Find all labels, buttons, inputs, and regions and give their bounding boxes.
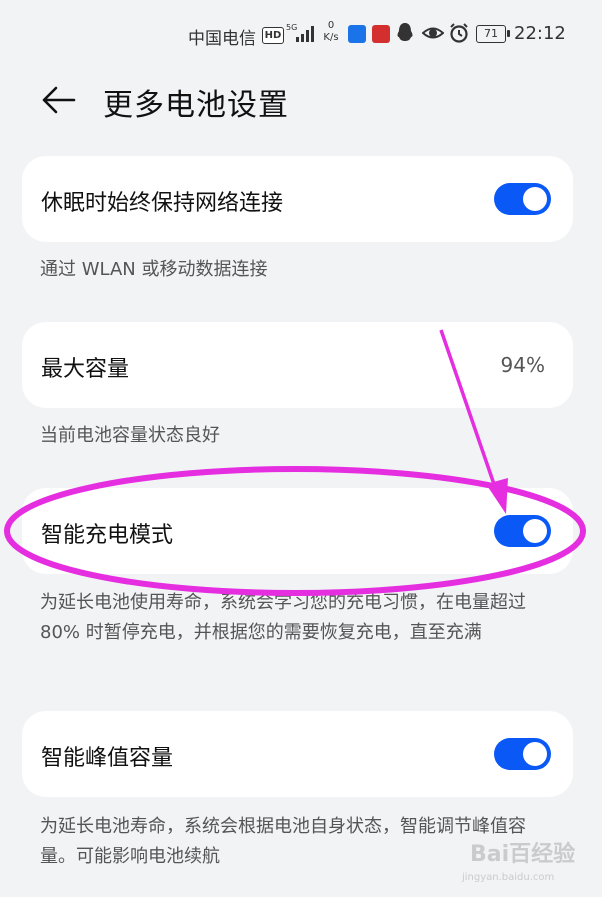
- setting-description: 当前电池容量状态良好: [40, 425, 220, 446]
- toggle-knob: [523, 187, 547, 211]
- speed-value: 0: [327, 20, 335, 31]
- arrow-left-icon[interactable]: [40, 84, 76, 116]
- app-notification-icon: [372, 25, 390, 43]
- network-sleep-toggle[interactable]: [494, 183, 551, 215]
- eye-icon: [422, 27, 444, 39]
- svg-text:5G: 5G: [286, 23, 297, 32]
- setting-card-peak-capacity[interactable]: 智能峰值容量: [22, 711, 573, 797]
- watermark-logo: Bai百经验: [470, 842, 576, 867]
- setting-card-max-capacity[interactable]: 最大容量 94%: [22, 322, 573, 408]
- peak-capacity-toggle[interactable]: [494, 738, 551, 770]
- network-speed: 0 K/s: [320, 20, 342, 44]
- hd-badge: HD: [262, 27, 284, 44]
- clock: 22:12: [514, 23, 566, 44]
- setting-label: 休眠时始终保持网络连接: [41, 191, 284, 216]
- setting-label: 智能充电模式: [41, 523, 174, 548]
- qq-icon: [397, 23, 413, 41]
- toggle-knob: [523, 519, 547, 543]
- signal-icon: 5G: [286, 23, 314, 42]
- status-bar: 中国电信 HD 5G 0 K/s 71 22:12: [0, 0, 602, 70]
- speed-unit: K/s: [323, 32, 339, 43]
- page-title: 更多电池设置: [103, 88, 289, 123]
- setting-label: 智能峰值容量: [41, 746, 174, 771]
- setting-description: 通过 WLAN 或移动数据连接: [40, 259, 268, 280]
- setting-description: 为延长电池使用寿命，系统会学习您的充电习惯，在电量超过 80% 时暂停充电，并根…: [40, 592, 526, 643]
- app-notification-icon: [348, 25, 366, 43]
- setting-label: 最大容量: [41, 357, 130, 382]
- battery-indicator: 71: [476, 25, 510, 43]
- max-capacity-value: 94%: [500, 353, 545, 377]
- setting-card-network-sleep[interactable]: 休眠时始终保持网络连接: [22, 156, 573, 242]
- alarm-icon: [450, 23, 468, 43]
- watermark-url: jingyan.baidu.com: [462, 872, 555, 883]
- carrier-name: 中国电信: [188, 29, 256, 49]
- setting-card-smart-charging[interactable]: 智能充电模式: [22, 488, 573, 574]
- smart-charging-toggle[interactable]: [494, 515, 551, 547]
- toggle-knob: [523, 742, 547, 766]
